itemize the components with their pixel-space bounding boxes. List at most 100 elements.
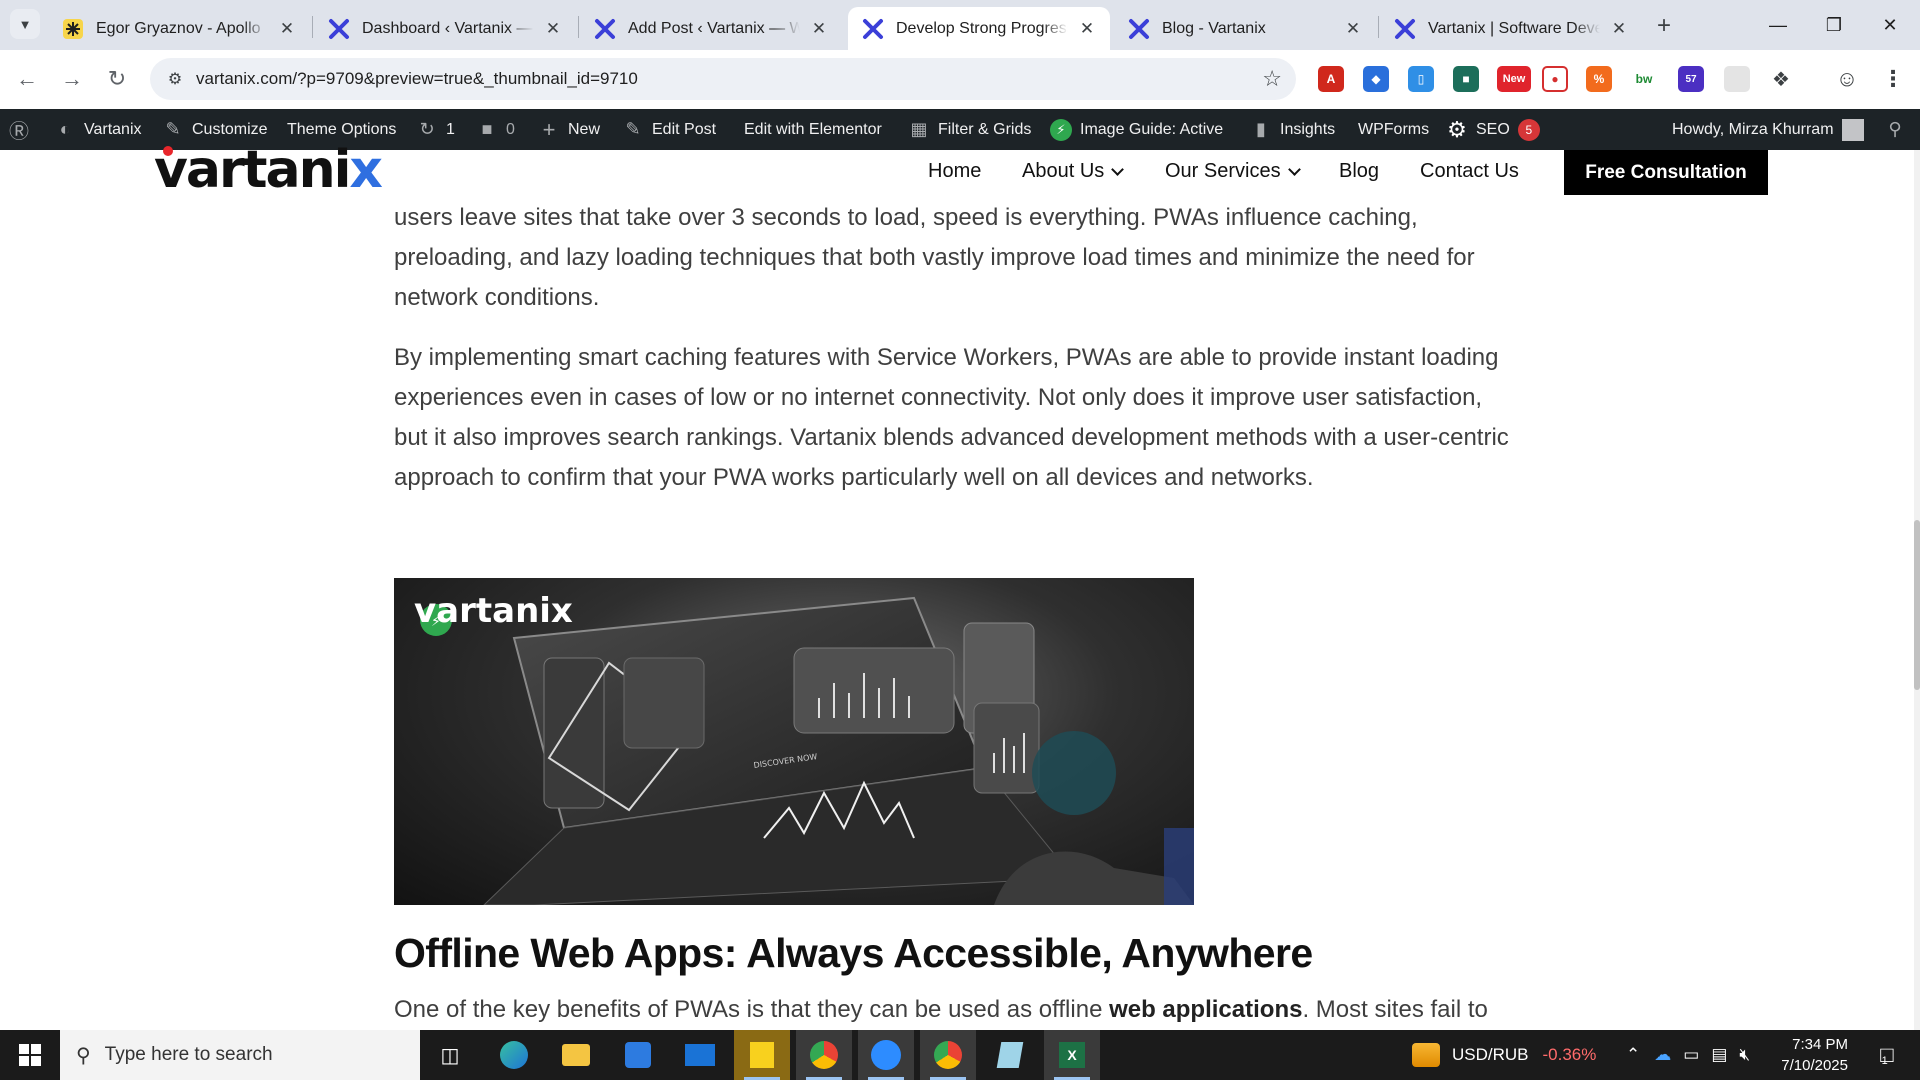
clock-date: 7/10/2025 (1781, 1057, 1848, 1074)
notepad-app[interactable] (982, 1030, 1038, 1080)
new-extension-icon[interactable]: New (1497, 66, 1531, 92)
new-label: New (568, 120, 601, 138)
article-body: users leave sites that take over 3 secon… (394, 198, 1514, 498)
vartanix-icon (328, 18, 350, 40)
image-guide-link[interactable]: ⚡ Image Guide: Active (1050, 109, 1223, 150)
close-icon[interactable]: ✕ (1342, 18, 1364, 40)
device-icon[interactable]: ▭ (1683, 1045, 1699, 1065)
site-settings-icon[interactable]: ⚙ (164, 68, 186, 90)
menu-blog[interactable]: Blog (1339, 160, 1379, 183)
scrollbar-thumb[interactable] (1914, 520, 1920, 690)
volume-muted-icon[interactable]: 🔇︎ (1739, 1045, 1750, 1065)
seo-link[interactable]: ⚙ SEO 5 (1446, 109, 1540, 150)
new-content-link[interactable]: + New (538, 109, 600, 150)
forward-button[interactable]: → (55, 62, 89, 96)
site-logo[interactable]: vartanix (154, 144, 383, 196)
edit-with-elementor-link[interactable]: Edit with Elementor (744, 109, 882, 150)
tab-software-development[interactable]: Vartanix | Software Development ✕ (1380, 7, 1642, 50)
free-consultation-button[interactable]: Free Consultation (1564, 150, 1768, 195)
tab-develop-strong-pwa[interactable]: Develop Strong Progressive Web Apps ✕ (848, 7, 1110, 50)
bw-extension-icon[interactable]: bw (1631, 66, 1657, 92)
badge-extension-icon[interactable]: 57 (1678, 66, 1704, 92)
close-icon[interactable]: ✕ (1608, 18, 1630, 40)
web-applications-link[interactable]: web applications (1109, 996, 1302, 1023)
phone-extension-icon[interactable]: ▯ (1408, 66, 1434, 92)
store-app[interactable] (610, 1030, 666, 1080)
chrome-profile-app[interactable] (920, 1030, 976, 1080)
close-icon[interactable]: ✕ (808, 18, 830, 40)
mail-icon (685, 1044, 715, 1066)
start-button[interactable] (0, 1030, 60, 1080)
wpforms-link[interactable]: WPForms (1358, 109, 1429, 150)
zoom-app[interactable] (858, 1030, 914, 1080)
customize-label: Customize (192, 120, 268, 138)
more-menu-icon[interactable]: ⋮ (1880, 66, 1906, 92)
plus-icon: + (542, 116, 556, 142)
edit-post-link[interactable]: ✎ Edit Post (622, 109, 716, 150)
shield-extension-icon[interactable]: ◆ (1363, 66, 1389, 92)
minimize-button[interactable]: — (1750, 0, 1806, 50)
admin-search-button[interactable]: ⚲ (1884, 109, 1906, 150)
site-name-link[interactable]: ◐ Vartanix (54, 109, 142, 150)
bookmark-star-icon[interactable]: ☆ (1262, 66, 1282, 92)
page-scrollbar[interactable] (1914, 150, 1920, 1030)
paintbrush-icon: ✎ (165, 119, 181, 139)
my-account-link[interactable]: Howdy, Mirza Khurram (1672, 109, 1864, 150)
article-image: ⚡ vartanix DISCOVER NOW (394, 578, 1194, 905)
tab-search-button[interactable]: ▼ (10, 9, 40, 39)
profile-icon[interactable]: ☺ (1834, 66, 1860, 92)
close-icon[interactable]: ✕ (1076, 18, 1098, 40)
comments-link[interactable]: ■ 0 (476, 109, 515, 150)
updates-link[interactable]: ↻ 1 (416, 109, 455, 150)
folder-icon (562, 1044, 590, 1066)
tab-dashboard[interactable]: Dashboard ‹ Vartanix — WordPress ✕ (314, 7, 576, 50)
back-button[interactable]: ← (10, 62, 44, 96)
taskbar-search-box[interactable]: ⚲ Type here to search (60, 1030, 420, 1080)
new-tab-button[interactable]: + (1650, 12, 1678, 40)
menu-services[interactable]: Our Services (1165, 160, 1301, 183)
folder-extension-icon[interactable]: ■ (1453, 66, 1479, 92)
excel-app[interactable]: X (1044, 1030, 1100, 1080)
acrobat-extension-icon[interactable]: A (1318, 66, 1344, 92)
ticker-change: -0.36% (1542, 1045, 1597, 1064)
tab-blog[interactable]: Blog - Vartanix ✕ (1114, 7, 1376, 50)
blank-extension-icon[interactable] (1724, 66, 1750, 92)
menu-about-label: About Us (1022, 160, 1105, 182)
percent-extension-icon[interactable]: % (1586, 66, 1612, 92)
task-view-button[interactable]: ◫ (422, 1030, 478, 1080)
menu-home[interactable]: Home (928, 160, 981, 183)
clock[interactable]: 7:34 PM 7/10/2025 (1768, 1030, 1848, 1080)
vartanix-icon (594, 18, 616, 40)
updates-count: 1 (446, 120, 455, 138)
chrome-app[interactable] (796, 1030, 852, 1080)
url-text[interactable]: vartanix.com/?p=9709&preview=true&_thumb… (196, 69, 638, 89)
currency-widget[interactable]: USD/RUB -0.36% (1412, 1030, 1596, 1080)
pokeball-extension-icon[interactable]: ● (1542, 66, 1568, 92)
sticky-notes-app[interactable] (734, 1030, 790, 1080)
wordpress-logo-button[interactable]: Ⓡ (8, 109, 30, 150)
reload-button[interactable]: ↻ (100, 62, 134, 96)
file-explorer-app[interactable] (548, 1030, 604, 1080)
tab-title: Egor Gryaznov - Apollo (96, 19, 261, 37)
close-icon[interactable]: ✕ (276, 18, 298, 40)
address-bar[interactable]: ⚙ vartanix.com/?p=9709&preview=true&_thu… (150, 58, 1296, 100)
close-window-button[interactable]: ✕ (1862, 0, 1918, 50)
arrow-right-icon: → (61, 66, 83, 91)
tab-apollo[interactable]: Egor Gryaznov - Apollo ✕ (48, 7, 310, 50)
puzzle-extensions-icon[interactable]: ❖ (1768, 66, 1794, 92)
edge-app[interactable] (486, 1030, 542, 1080)
network-icon[interactable]: ▤ (1711, 1045, 1727, 1065)
restore-button[interactable]: ❐ (1806, 0, 1862, 50)
close-icon[interactable]: ✕ (542, 18, 564, 40)
filter-grids-link[interactable]: ▦ Filter & Grids (908, 109, 1031, 150)
insights-link[interactable]: ▮ Insights (1250, 109, 1335, 150)
chevron-up-icon[interactable]: ⌃ (1626, 1045, 1640, 1065)
mail-app[interactable] (672, 1030, 728, 1080)
menu-about[interactable]: About Us (1022, 160, 1125, 183)
menu-contact[interactable]: Contact Us (1420, 160, 1519, 183)
tab-add-post[interactable]: Add Post ‹ Vartanix — WordPress ✕ (580, 7, 842, 50)
onedrive-icon[interactable]: ☁ (1654, 1045, 1671, 1065)
notification-center-button[interactable]: □ 1 (1864, 1030, 1904, 1080)
notepad-icon (996, 1042, 1024, 1068)
logo-text: vartanix (154, 140, 383, 200)
